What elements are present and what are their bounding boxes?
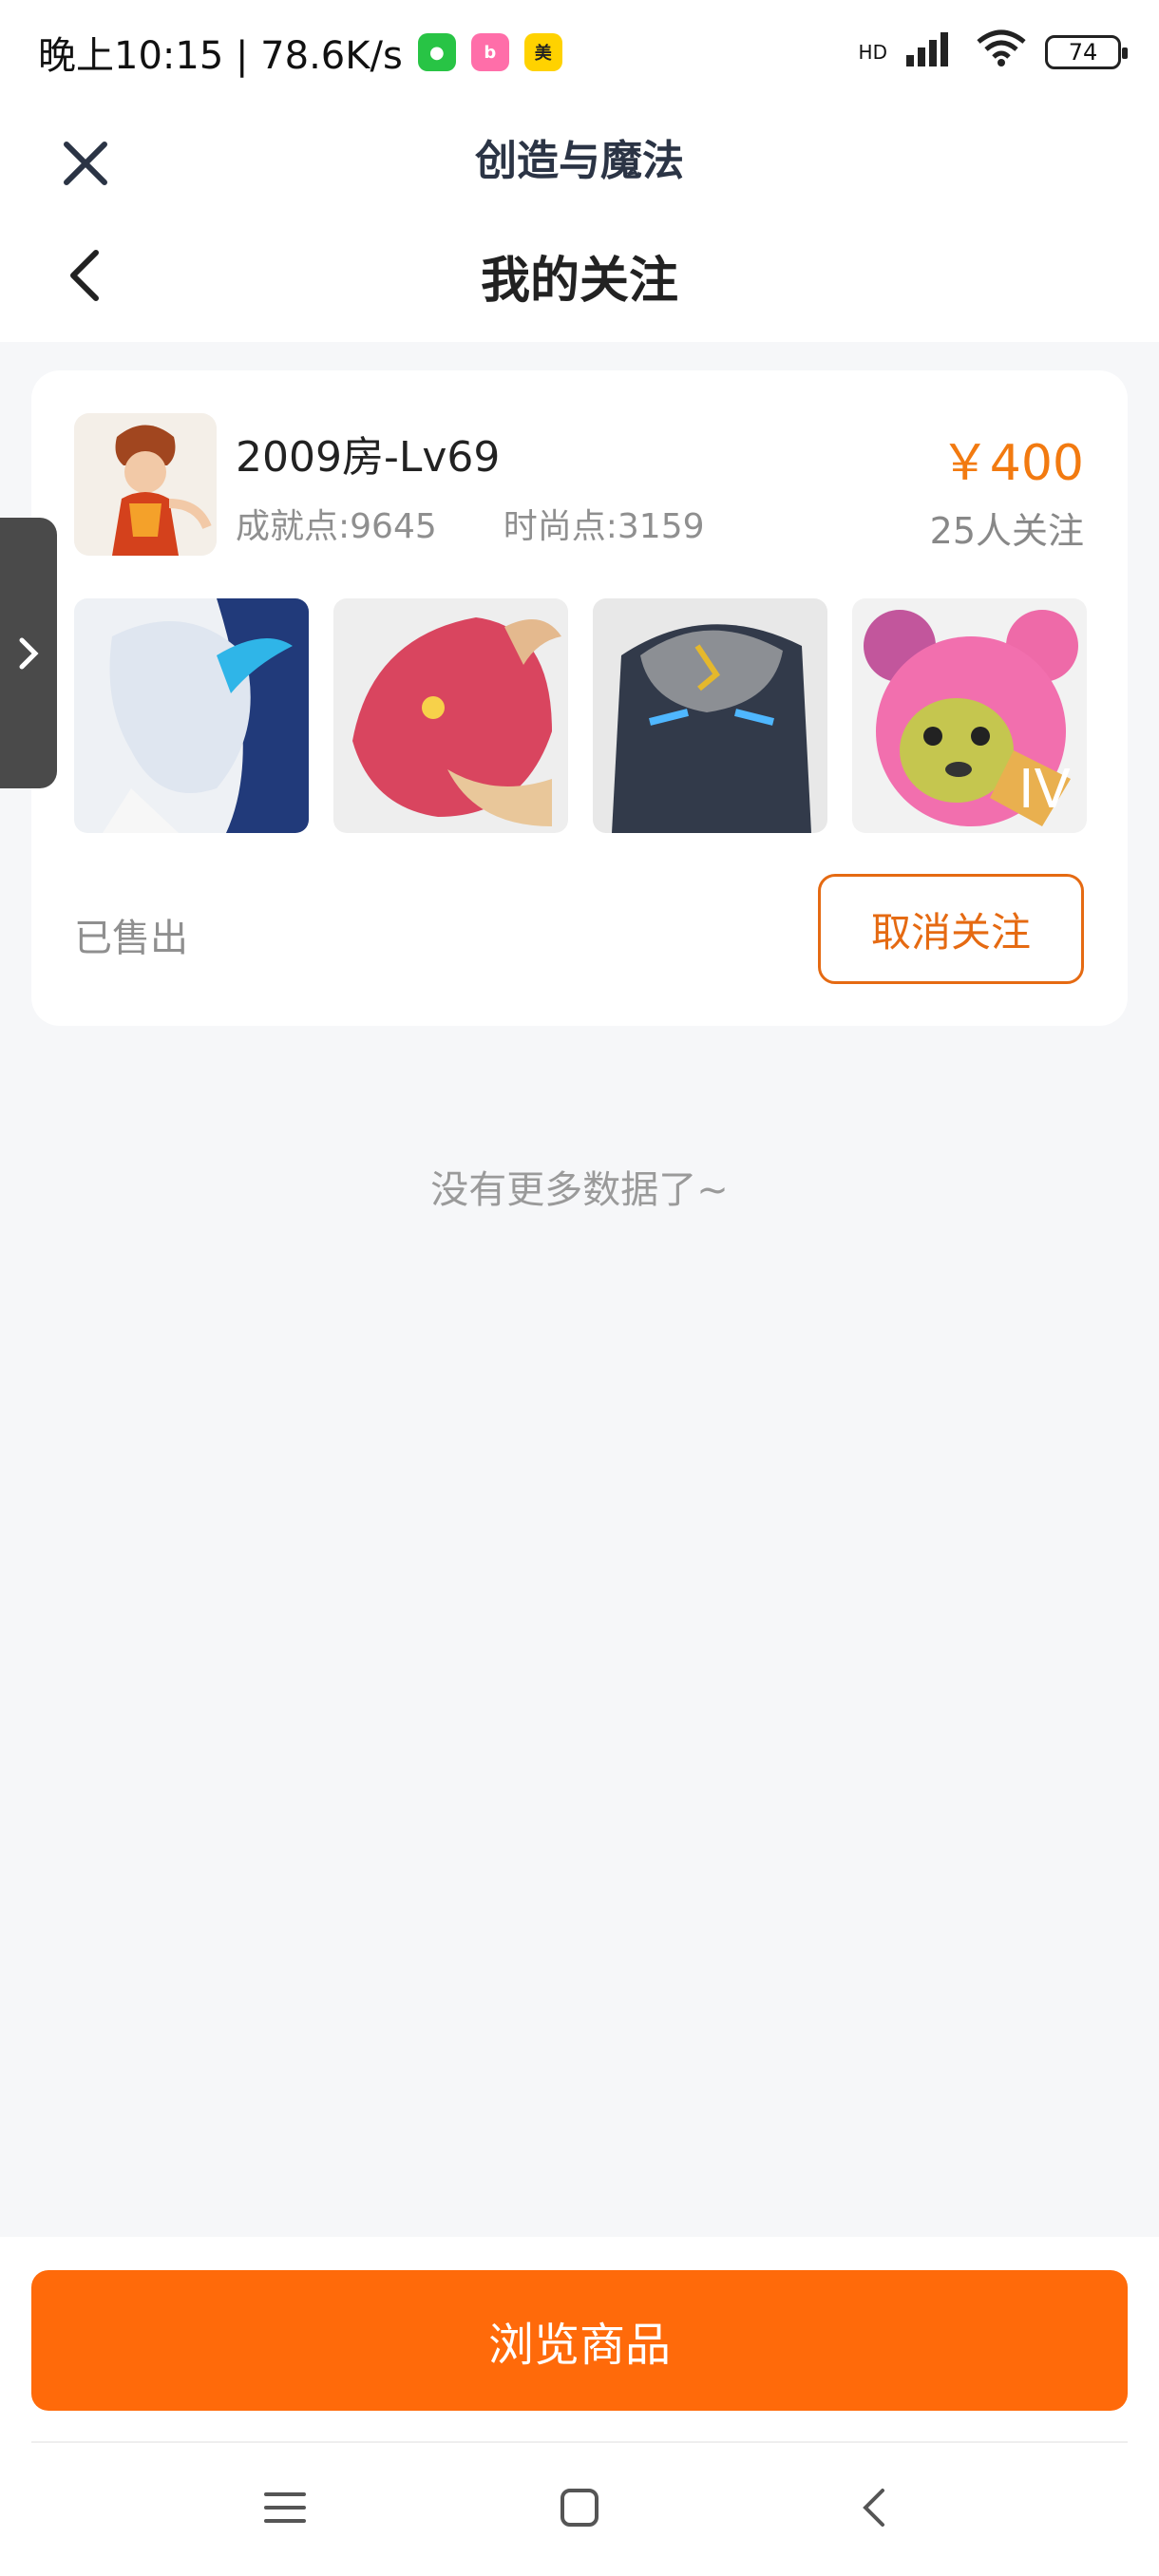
menu-icon[interactable]	[247, 2470, 323, 2546]
back-nav-icon[interactable]	[836, 2470, 912, 2546]
browse-products-button[interactable]: 浏览商品	[31, 2270, 1128, 2411]
page-header: 我的关注	[0, 209, 1159, 342]
follower-count: 25人关注	[929, 510, 1084, 552]
close-icon[interactable]	[48, 125, 124, 201]
svg-text:IV: IV	[1018, 759, 1071, 821]
battery-level: 74	[1068, 39, 1098, 66]
battery-icon: 74	[1045, 35, 1128, 69]
thumbnail-dark-armor[interactable]	[593, 598, 827, 833]
side-drawer-toggle[interactable]	[0, 518, 57, 788]
mini-program-header: 创造与魔法	[0, 104, 1159, 209]
nav-divider	[31, 2441, 1128, 2443]
wechat-icon: ●	[417, 33, 456, 71]
item-price: ￥400	[940, 435, 1084, 492]
home-icon[interactable]	[542, 2470, 618, 2546]
wifi-icon	[975, 28, 1028, 76]
thumbnail-pink-bear[interactable]: IV	[852, 598, 1087, 833]
status-bar: 晚上10:15 | 78.6K/s ● b 美 HD 74	[0, 0, 1159, 104]
item-title: 2009房-Lv69	[236, 433, 501, 482]
system-nav-bar	[0, 2460, 1159, 2555]
thumbnail-dragon-mask[interactable]	[74, 598, 309, 833]
meituan-icon: 美	[523, 33, 562, 71]
followed-item-card[interactable]: 2009房-Lv69 成就点:9645 时尚点:3159 ￥400 25人关注	[31, 370, 1128, 1026]
bilibili-icon: b	[470, 33, 509, 71]
thumbnail-red-dragon[interactable]	[333, 598, 568, 833]
item-thumbnails: IV	[74, 598, 1087, 833]
unfollow-button[interactable]: 取消关注	[818, 874, 1084, 984]
signal-icon	[904, 28, 958, 76]
list-end-message: 没有更多数据了~	[430, 1168, 729, 1212]
mini-program-title: 创造与魔法	[475, 137, 684, 185]
network-hd: HD	[858, 41, 887, 64]
sold-status: 已售出	[74, 917, 188, 960]
item-stats: 成就点:9645 时尚点:3159	[236, 499, 705, 548]
status-left: 晚上10:15 | 78.6K/s ● b 美	[38, 25, 562, 80]
chevron-right-icon	[19, 637, 39, 669]
achievement-points: 成就点:9645	[236, 507, 437, 546]
avatar	[74, 413, 217, 556]
status-time-speed: 晚上10:15 | 78.6K/s	[38, 34, 403, 78]
status-right: HD 74	[858, 28, 1128, 76]
fashion-points: 时尚点:3159	[503, 507, 705, 546]
page-title: 我的关注	[480, 252, 678, 310]
back-icon[interactable]	[48, 237, 124, 313]
